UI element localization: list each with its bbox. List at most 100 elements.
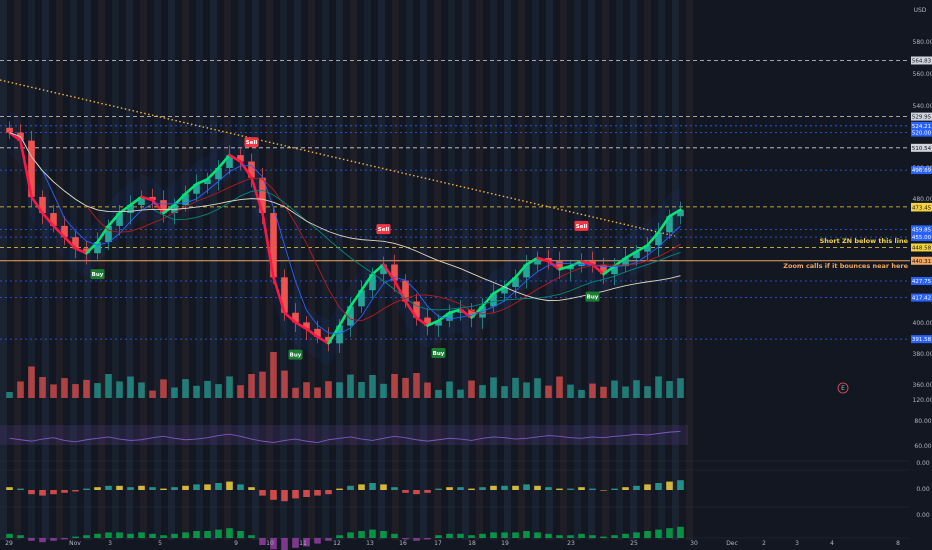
session-stripe	[196, 0, 203, 540]
momentum-bar	[292, 538, 299, 548]
momentum-bar	[567, 535, 574, 538]
volume-bar	[402, 377, 409, 398]
volume-bar	[127, 376, 134, 398]
macd-bar	[39, 490, 46, 496]
date-axis[interactable]: 29 Nov 3 5 9 10 11 12 13 16 17 18 19 23 25 30 Dec 2 3 4 8	[5, 540, 900, 547]
session-stripe	[238, 0, 245, 540]
signal-label: Buy	[92, 272, 104, 278]
date-tick-label: Nov	[69, 540, 81, 547]
date-tick-label: 12	[333, 540, 341, 547]
macd-bar	[567, 488, 574, 490]
momentum-bar	[105, 532, 112, 538]
volume-bar	[270, 352, 277, 398]
session-stripe	[224, 0, 231, 540]
volume-bar	[600, 386, 607, 398]
volume-bar	[347, 374, 354, 398]
date-tick-label: 11	[299, 540, 307, 547]
volume-bar	[633, 380, 640, 398]
price-chart[interactable]: 564.83529.95524.21520.00510.54496.69473.…	[0, 0, 932, 550]
macd-bar	[182, 485, 189, 490]
macd-bar	[424, 490, 431, 493]
date-tick-label: 25	[630, 540, 638, 547]
date-tick-label: 13	[366, 540, 374, 547]
volume-bar	[83, 379, 90, 398]
volume-bar	[336, 382, 343, 398]
volume-bar	[501, 386, 508, 398]
session-stripe	[686, 0, 693, 540]
macd-bar	[171, 487, 178, 490]
macd-bar	[611, 488, 618, 490]
volume-bar	[226, 376, 233, 398]
macd-bar	[17, 488, 24, 490]
volume-bar	[435, 389, 442, 398]
momentum-bar	[160, 535, 167, 538]
macd-bar	[413, 490, 420, 495]
momentum-bar	[94, 533, 101, 538]
volume-bar	[193, 385, 200, 398]
session-stripe	[14, 0, 21, 540]
price-tick-label: 380.00	[913, 351, 932, 358]
momentum-bar	[248, 535, 255, 538]
momentum-bar	[677, 526, 684, 538]
level-label: 459.85	[912, 227, 932, 233]
macd-bar	[138, 485, 145, 490]
macd-bar	[600, 490, 607, 491]
session-stripe	[336, 0, 343, 540]
macd-bar	[446, 487, 453, 490]
volume-bar	[380, 383, 387, 398]
momentum-bar	[556, 535, 563, 538]
macd-bar	[457, 487, 464, 490]
volume-bar	[446, 381, 453, 398]
volume-bar	[248, 374, 255, 398]
macd-bar	[28, 490, 35, 495]
macd-bar	[50, 490, 57, 495]
momentum-bar	[39, 538, 46, 543]
macd-bar	[677, 480, 684, 490]
momentum-bar	[347, 532, 354, 538]
session-stripe	[448, 0, 455, 540]
volume-bar	[413, 373, 420, 398]
volume-bar	[644, 386, 651, 398]
volume-bar	[292, 387, 299, 398]
date-tick-label: 29	[5, 540, 13, 547]
macd-bar	[468, 488, 475, 490]
session-stripe	[644, 0, 651, 540]
macd-bar	[127, 487, 134, 490]
short-zone-annotation: Short ZN below this line	[820, 237, 909, 245]
macd-bar	[589, 488, 596, 490]
date-tick-label: 4	[830, 540, 834, 547]
momentum-tick-label: 0.00	[916, 512, 930, 519]
macd-bar	[336, 488, 343, 490]
momentum-bar	[600, 536, 607, 538]
momentum-bar	[215, 529, 222, 538]
momentum-bar	[512, 532, 519, 538]
volume-bar	[171, 387, 178, 398]
momentum-bar	[116, 532, 123, 538]
volume-bar	[28, 366, 35, 398]
momentum-bar	[622, 533, 629, 538]
date-tick-label: 16	[399, 540, 407, 547]
momentum-bar	[149, 533, 156, 538]
session-stripe	[154, 0, 161, 540]
date-tick-label: 3	[108, 540, 112, 547]
macd-bar	[655, 483, 662, 490]
level-label: 417.42	[912, 296, 931, 302]
macd-bar	[666, 481, 673, 490]
volume-bar	[622, 386, 629, 398]
signal-label: Sell	[246, 140, 258, 146]
macd-bar	[314, 490, 321, 496]
session-stripe	[658, 0, 665, 540]
date-tick-label: Dec	[726, 540, 738, 547]
level-label: 473.45	[912, 205, 932, 211]
macd-bar	[61, 490, 68, 493]
momentum-bar	[72, 536, 79, 538]
volume-bar	[479, 385, 486, 398]
level-label: 564.83	[912, 58, 932, 64]
momentum-bar	[523, 531, 530, 538]
signal-label: Sell	[378, 227, 390, 233]
macd-bar	[556, 488, 563, 490]
volume-bar	[490, 377, 497, 398]
price-tick-label: 400.00	[913, 320, 932, 327]
momentum-bar	[578, 533, 585, 538]
macd-bar	[380, 484, 387, 490]
